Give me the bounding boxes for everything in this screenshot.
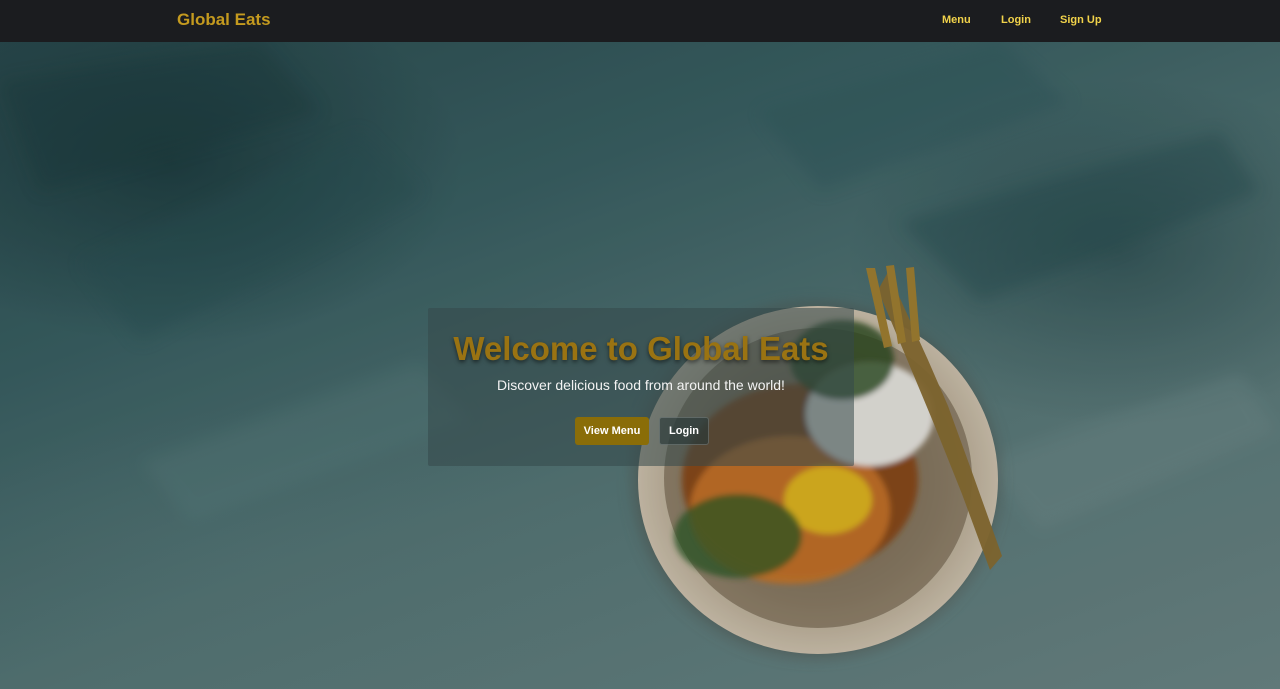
login-button[interactable]: Login bbox=[659, 417, 709, 445]
hero-subtitle: Discover delicious food from around the … bbox=[497, 377, 785, 393]
nav-link-login[interactable]: Login bbox=[1001, 14, 1031, 26]
hero-section: Welcome to Global Eats Discover deliciou… bbox=[0, 42, 1280, 689]
hero-card: Welcome to Global Eats Discover deliciou… bbox=[428, 308, 854, 466]
hero-title: Welcome to Global Eats bbox=[453, 330, 829, 367]
top-navbar: Global Eats Menu Login Sign Up bbox=[0, 0, 1280, 42]
nav-link-sign-up[interactable]: Sign Up bbox=[1060, 14, 1102, 26]
view-menu-button[interactable]: View Menu bbox=[575, 417, 649, 445]
brand-logo[interactable]: Global Eats bbox=[177, 10, 271, 30]
nav-link-menu[interactable]: Menu bbox=[942, 14, 971, 26]
